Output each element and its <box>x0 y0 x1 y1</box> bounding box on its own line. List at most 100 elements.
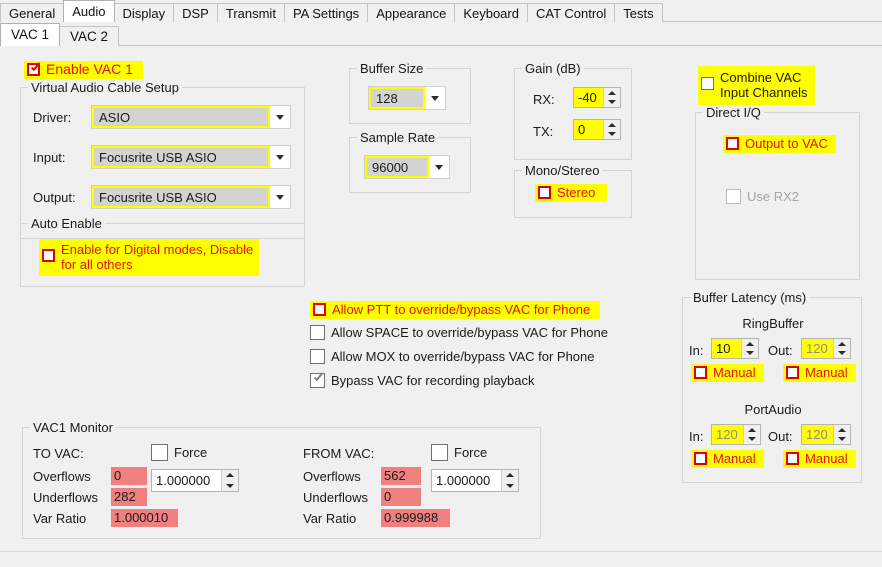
sample-rate-combo[interactable]: 96000 <box>364 155 450 179</box>
portaudio-out-manual-checkbox[interactable]: Manual <box>783 450 856 468</box>
chevron-down-icon <box>431 95 439 101</box>
portaudio-title: PortAudio <box>744 402 802 417</box>
bypass-vac-recording-playback-label: Bypass VAC for recording playback <box>331 373 535 388</box>
tab-keyboard[interactable]: Keyboard <box>454 3 528 22</box>
input-combo-arrow[interactable] <box>270 146 290 168</box>
buffer-size-value: 128 <box>369 87 425 109</box>
enable-vac1-checkbox[interactable]: Enable VAC 1 <box>24 61 143 79</box>
buffer-size-caption: Buffer Size <box>357 61 427 76</box>
gain-tx-spinner-buttons[interactable] <box>603 120 620 139</box>
portaudio-out-spinner[interactable]: 120 <box>801 424 851 445</box>
combine-vac-input-channels-checkbox[interactable]: Combine VAC Input Channels <box>698 66 816 105</box>
tab-transmit[interactable]: Transmit <box>216 3 285 22</box>
to-vac-var-ratio-value: 1.000010 <box>111 509 178 527</box>
from-vac-force-checkbox[interactable]: Force <box>431 444 487 461</box>
vac1-monitor-group: VAC1 Monitor TO VAC: Force Overflows 0 U… <box>22 420 541 539</box>
allow-mox-override-checkbox[interactable]: Allow MOX to override/bypass VAC for Pho… <box>310 349 595 364</box>
portaudio-in-value: 120 <box>712 425 743 444</box>
driver-combo-value: ASIO <box>92 106 270 128</box>
ringbuffer-out-spinner-buttons[interactable] <box>833 339 850 358</box>
spinner-down-button[interactable] <box>834 435 850 445</box>
vac1-monitor-caption: VAC1 Monitor <box>30 420 116 435</box>
checkmark-icon <box>30 63 41 76</box>
caret-down-icon <box>746 351 754 356</box>
spinner-up-button[interactable] <box>222 470 238 481</box>
tab-general[interactable]: General <box>0 3 65 22</box>
stereo-checkbox[interactable]: Stereo <box>535 184 608 202</box>
gain-rx-spinner[interactable]: -40 <box>573 87 621 108</box>
spinner-down-button[interactable] <box>604 98 620 108</box>
chevron-down-icon <box>276 114 284 120</box>
tab-appearance[interactable]: Appearance <box>367 3 456 22</box>
spinner-down-button[interactable] <box>744 435 760 445</box>
tab-vac-1[interactable]: VAC 1 <box>0 23 61 46</box>
tab-dsp[interactable]: DSP <box>173 3 218 22</box>
ringbuffer-in-manual-checkbox[interactable]: Manual <box>691 364 764 382</box>
spinner-up-button[interactable] <box>742 339 758 349</box>
to-vac-force-checkbox[interactable]: Force <box>151 444 207 461</box>
spinner-down-button[interactable] <box>834 349 850 359</box>
spinner-up-button[interactable] <box>502 470 518 481</box>
from-vac-ratio-spinner[interactable]: 1.000000 <box>431 469 519 492</box>
input-combo[interactable]: Focusrite USB ASIO <box>91 145 291 169</box>
spinner-up-button[interactable] <box>834 425 850 435</box>
sample-rate-value: 96000 <box>365 156 429 178</box>
sample-rate-combo-arrow[interactable] <box>429 156 449 178</box>
to-vac-ratio-spinner-buttons[interactable] <box>221 470 238 491</box>
tab-vac-2[interactable]: VAC 2 <box>59 26 120 46</box>
gain-rx-spinner-buttons[interactable] <box>603 88 620 107</box>
auto-enable-digital-label-line1: Enable for Digital modes, Disable <box>61 242 254 257</box>
from-vac-underflows-label: Underflows <box>303 490 369 505</box>
spinner-down-button[interactable] <box>502 481 518 492</box>
ringbuffer-in-spinner[interactable]: 10 <box>711 338 759 359</box>
portaudio-in-spinner-buttons[interactable] <box>743 425 760 444</box>
tab-tests[interactable]: Tests <box>614 3 663 22</box>
tab-audio[interactable]: Audio <box>63 0 115 22</box>
output-combo[interactable]: Focusrite USB ASIO <box>91 185 291 209</box>
caret-down-icon <box>226 483 234 488</box>
buffer-size-combo[interactable]: 128 <box>368 86 446 110</box>
allow-space-override-checkbox[interactable]: Allow SPACE to override/bypass VAC for P… <box>310 325 608 340</box>
portaudio-out-manual-checkbox-box <box>786 452 799 465</box>
portaudio-in-manual-checkbox[interactable]: Manual <box>691 450 764 468</box>
from-vac-title: FROM VAC: <box>303 446 375 461</box>
spinner-up-button[interactable] <box>834 339 850 349</box>
allow-ptt-override-checkbox-box <box>313 303 326 316</box>
output-to-vac-checkbox[interactable]: Output to VAC <box>723 135 836 153</box>
spinner-up-button[interactable] <box>604 88 620 98</box>
tab-pa-settings[interactable]: PA Settings <box>283 3 369 22</box>
portaudio-out-manual-label: Manual <box>805 451 848 466</box>
to-vac-underflows-value: 282 <box>111 488 147 506</box>
to-vac-force-label: Force <box>174 445 208 460</box>
spinner-up-button[interactable] <box>744 425 760 435</box>
spinner-up-button[interactable] <box>604 120 620 130</box>
spinner-down-button[interactable] <box>742 349 758 359</box>
input-label: Input: <box>33 150 66 165</box>
portaudio-out-spinner-buttons[interactable] <box>833 425 850 444</box>
gain-tx-spinner[interactable]: 0 <box>573 119 621 140</box>
auto-enable-digital-checkbox[interactable]: Enable for Digital modes, Disable for al… <box>39 239 260 276</box>
to-vac-ratio-spinner[interactable]: 1.000000 <box>151 469 239 492</box>
ringbuffer-out-spinner[interactable]: 120 <box>801 338 851 359</box>
ringbuffer-out-manual-checkbox[interactable]: Manual <box>783 364 856 382</box>
from-vac-force-checkbox-box <box>431 444 448 461</box>
gain-tx-value: 0 <box>574 120 603 139</box>
buffer-size-combo-arrow[interactable] <box>425 87 445 109</box>
allow-space-override-label: Allow SPACE to override/bypass VAC for P… <box>331 325 608 340</box>
bypass-vac-recording-playback-checkbox[interactable]: Bypass VAC for recording playback <box>310 373 535 388</box>
tab-display[interactable]: Display <box>113 3 175 22</box>
output-combo-arrow[interactable] <box>270 186 290 208</box>
spinner-down-button[interactable] <box>222 481 238 492</box>
from-vac-ratio-spinner-buttons[interactable] <box>501 470 518 491</box>
driver-combo-arrow[interactable] <box>270 106 290 128</box>
driver-combo[interactable]: ASIO <box>91 105 291 129</box>
spinner-down-button[interactable] <box>604 130 620 140</box>
main-tabstrip: General Audio Display DSP Transmit PA Se… <box>0 0 882 22</box>
settings-window: General Audio Display DSP Transmit PA Se… <box>0 0 882 567</box>
allow-ptt-override-checkbox[interactable]: Allow PTT to override/bypass VAC for Pho… <box>310 301 601 319</box>
tab-cat-control[interactable]: CAT Control <box>526 3 616 22</box>
portaudio-in-manual-label: Manual <box>713 451 756 466</box>
ringbuffer-in-spinner-buttons[interactable] <box>741 339 758 358</box>
ringbuffer-in-manual-checkbox-box <box>694 366 707 379</box>
portaudio-in-spinner[interactable]: 120 <box>711 424 761 445</box>
